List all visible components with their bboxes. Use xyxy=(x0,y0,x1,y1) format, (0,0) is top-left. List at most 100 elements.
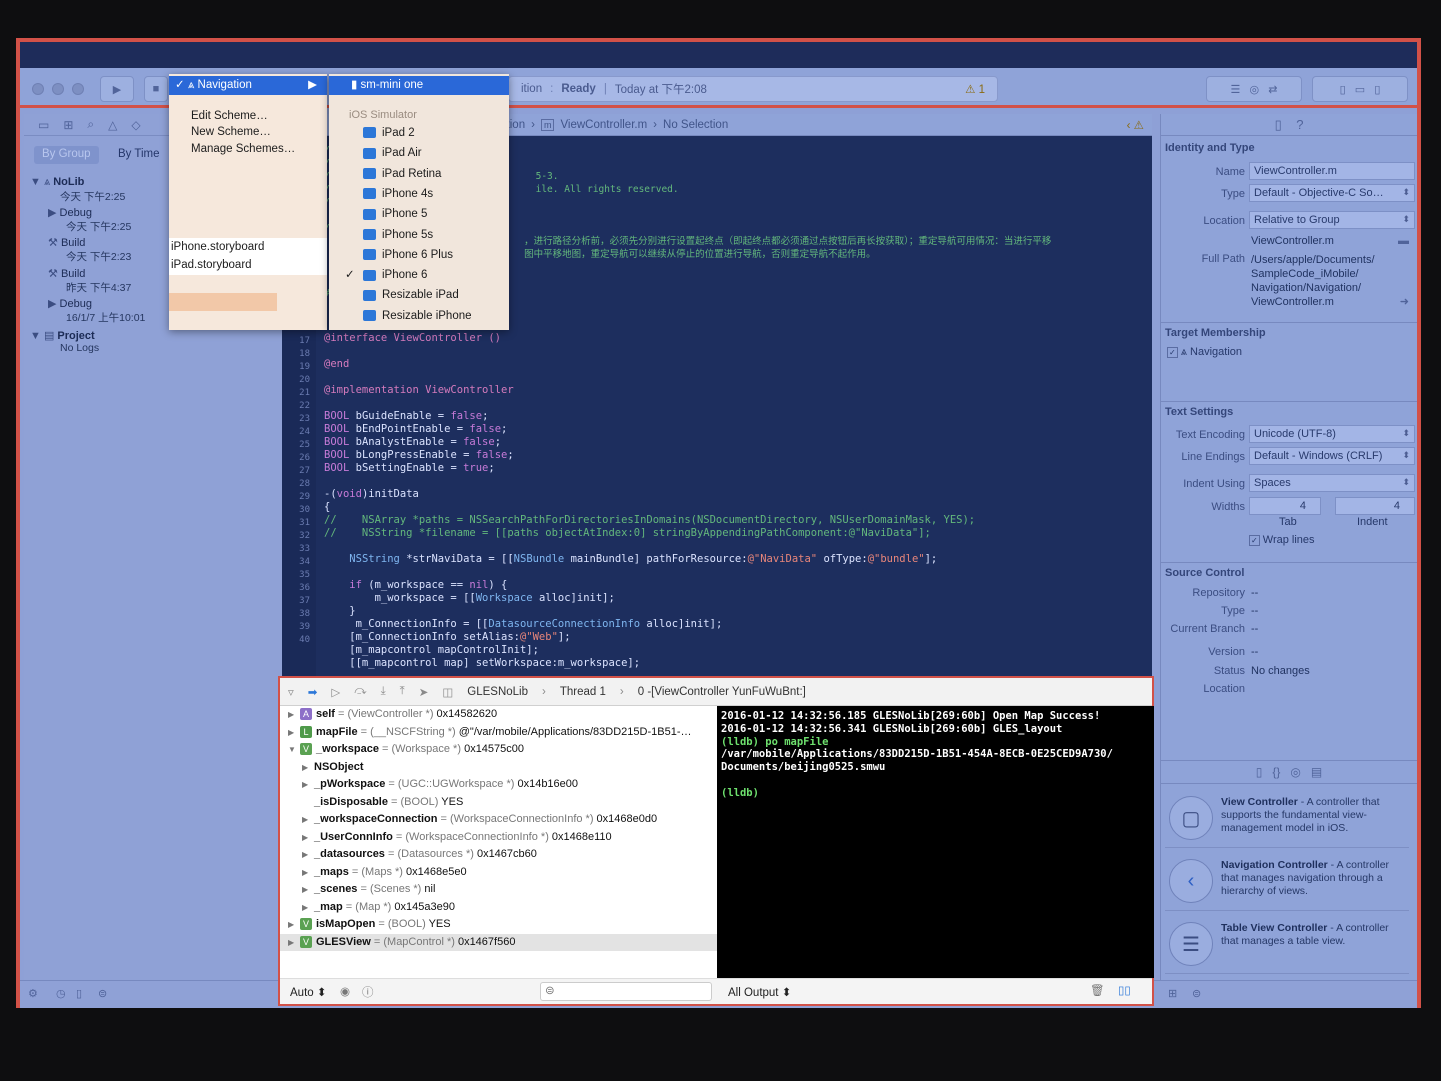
close-button[interactable] xyxy=(32,83,44,95)
scheme-item-navigation[interactable]: ✓ ⩓ Navigation ▶ xyxy=(169,76,327,95)
zoom-button[interactable] xyxy=(72,83,84,95)
disclosure-icon[interactable]: ▶ xyxy=(288,934,298,951)
device-item[interactable]: Resizable iPad xyxy=(329,286,509,305)
encoding-select[interactable]: Unicode (UTF-8) xyxy=(1249,425,1415,443)
step-out-icon[interactable]: ⤒ xyxy=(400,685,405,698)
issue-icon[interactable]: △ xyxy=(108,118,117,132)
device-item[interactable]: iPhone 4s xyxy=(329,185,509,204)
device-item[interactable]: iPad Retina xyxy=(329,165,509,184)
disclosure-icon[interactable]: ▶ xyxy=(302,846,312,863)
indent-select[interactable]: Spaces xyxy=(1249,474,1415,492)
variable-row[interactable]: ▶ _scenes = (Scenes *) nil xyxy=(280,881,717,898)
checkbox-checked-icon[interactable]: ✓ xyxy=(1167,347,1178,358)
device-item[interactable]: ✓ iPhone 6 xyxy=(329,266,509,285)
object-library-icon[interactable]: ◎ xyxy=(1290,765,1300,779)
disclosure-icon[interactable]: ▶ xyxy=(302,829,312,846)
editor-mode-segment[interactable]: ☰ ◎ ⇄ xyxy=(1206,76,1302,102)
wrap-lines-row[interactable]: ✓ Wrap lines xyxy=(1249,534,1441,546)
console-output[interactable]: 2016-01-12 14:32:56.185 GLESNoLib[269:60… xyxy=(717,706,1154,978)
device-item[interactable]: iPad 2 xyxy=(329,124,509,143)
disclosure-icon[interactable]: ▶ xyxy=(288,916,298,933)
disclosure-icon[interactable]: ▶ xyxy=(302,759,312,776)
info-icon[interactable]: ⓘ xyxy=(362,984,374,1000)
folder-icon[interactable]: ▬ xyxy=(1398,235,1409,247)
variable-row[interactable]: ▶ _map = (Map *) 0x145a3e90 xyxy=(280,899,717,916)
grid-view-icon[interactable]: ⊞ xyxy=(1168,987,1177,1000)
manage-schemes-item[interactable]: Manage Schemes… xyxy=(169,140,327,159)
clock-icon[interactable]: ◷ xyxy=(56,987,66,1000)
continue-icon[interactable]: ▷ xyxy=(331,685,340,699)
variable-row[interactable]: ▶ V GLESView = (MapControl *) 0x1467f560 xyxy=(280,933,717,951)
search-icon[interactable]: ⌕ xyxy=(87,117,94,132)
disclosure-icon[interactable]: ▶ xyxy=(302,881,312,898)
camera-icon[interactable]: ◫ xyxy=(442,685,453,699)
variable-row[interactable]: ▶ _datasources = (Datasources *) 0x1467cb… xyxy=(280,846,717,863)
device-header[interactable]: ▮ sm-mini one xyxy=(329,76,509,95)
stop-button[interactable]: ■ xyxy=(144,76,168,102)
type-select[interactable]: Default - Objective-C So… xyxy=(1249,184,1415,202)
step-in-icon[interactable]: ⤓ xyxy=(381,685,386,698)
variable-row[interactable]: ▶ _workspaceConnection = (WorkspaceConnec… xyxy=(280,811,717,828)
checkbox-checked-icon[interactable]: ✓ xyxy=(1249,535,1260,546)
device-item[interactable]: Resizable iPhone xyxy=(329,307,509,326)
device-item[interactable]: iPhone 6 Plus xyxy=(329,246,509,265)
filter-icon[interactable]: ⊜ xyxy=(98,987,107,1000)
jump-selection[interactable]: No Selection xyxy=(663,119,728,131)
warning-icon[interactable]: ‹ ⚠ xyxy=(1127,118,1144,132)
step-over-icon[interactable]: ⤼ xyxy=(354,685,366,698)
file-template-icon[interactable]: ▯ xyxy=(1256,765,1263,779)
variable-row[interactable]: ▶ Aself = (ViewController *) 0x14582620 xyxy=(280,706,717,723)
media-library-icon[interactable]: ▤ xyxy=(1311,765,1322,779)
device-item[interactable]: iPhone 5s xyxy=(329,226,509,245)
disclosure-icon[interactable]: ▶ xyxy=(302,776,312,793)
crumb-app[interactable]: GLESNoLib xyxy=(467,686,528,698)
hide-debug-icon[interactable]: ▿ xyxy=(288,685,294,699)
disclosure-icon[interactable]: ▶ xyxy=(302,899,312,916)
by-group-button[interactable]: By Group xyxy=(34,146,99,164)
location-select[interactable]: Relative to Group xyxy=(1249,211,1415,229)
symbol-icon[interactable]: ⊞ xyxy=(63,118,73,132)
crumb-thread[interactable]: Thread 1 xyxy=(560,686,606,698)
variable-row[interactable]: _isDisposable = (BOOL) YES xyxy=(280,794,717,811)
filter-icon[interactable]: ⊜ xyxy=(1192,987,1201,1000)
by-time-button[interactable]: By Time xyxy=(110,146,168,164)
jump-file[interactable]: ViewController.m xyxy=(560,119,647,131)
minimize-button[interactable] xyxy=(52,83,64,95)
storyboard-item[interactable]: iPad.storyboard xyxy=(169,256,327,275)
breakpoints-icon[interactable]: ➡ xyxy=(308,685,318,699)
disclosure-icon[interactable]: ▼ xyxy=(288,741,298,758)
auto-select[interactable]: Auto ⬍ xyxy=(290,985,327,999)
warning-indicator[interactable]: ⚠ 1 xyxy=(965,82,985,96)
reveal-arrow-icon[interactable]: ➜ xyxy=(1400,295,1409,308)
gear-icon[interactable]: ⚙ xyxy=(28,987,38,1000)
storyboard-item[interactable]: iPhone.storyboard xyxy=(169,238,327,257)
variable-row[interactable]: ▼ V _workspace = (Workspace *) 0x14575c00 xyxy=(280,741,717,758)
disclosure-icon[interactable]: ▶ xyxy=(302,864,312,881)
target-row[interactable]: ✓ ⩓ Navigation xyxy=(1167,346,1423,359)
disclosure-icon[interactable]: ▶ xyxy=(288,724,298,741)
test-icon[interactable]: ◇ xyxy=(131,118,140,132)
library-item[interactable]: ☰ Table View Controller - A controller t… xyxy=(1165,914,1409,974)
location-icon[interactable]: ➤ xyxy=(419,685,429,699)
help-icon[interactable]: ? xyxy=(1296,117,1303,132)
output-select[interactable]: All Output ⬍ xyxy=(728,985,791,999)
variable-row[interactable]: ▶ _UserConnInfo = (WorkspaceConnectionInf… xyxy=(280,829,717,846)
variable-row[interactable]: ▶ NSObject xyxy=(280,759,717,776)
code-snippet-icon[interactable]: {} xyxy=(1272,765,1280,779)
disclosure-icon[interactable]: ▶ xyxy=(302,811,312,828)
indent-width-field[interactable]: 4 xyxy=(1335,497,1415,515)
device-item[interactable]: iPad Air xyxy=(329,144,509,163)
library-item[interactable]: ‹ Navigation Controller - A controller t… xyxy=(1165,851,1409,911)
document-icon[interactable]: ▯ xyxy=(76,987,82,1000)
name-field[interactable]: ViewController.m xyxy=(1249,162,1415,180)
eye-icon[interactable]: ◉ xyxy=(340,984,350,998)
trash-icon[interactable]: 🗑 xyxy=(1090,983,1105,997)
disclosure-icon[interactable]: ▶ xyxy=(288,706,298,723)
variable-row[interactable]: ▶ _maps = (Maps *) 0x1468e5e0 xyxy=(280,864,717,881)
file-inspector-icon[interactable]: ▯ xyxy=(1275,117,1282,132)
endings-select[interactable]: Default - Windows (CRLF) xyxy=(1249,447,1415,465)
variable-row[interactable]: ▶ _pWorkspace = (UGC::UGWorkspace *) 0x14… xyxy=(280,776,717,793)
library-item[interactable]: ▢ View Controller - A controller that su… xyxy=(1165,788,1409,848)
device-item[interactable]: iPhone 5 xyxy=(329,205,509,224)
view-toggle-segment[interactable]: ▯ ▭ ▯ xyxy=(1312,76,1408,102)
